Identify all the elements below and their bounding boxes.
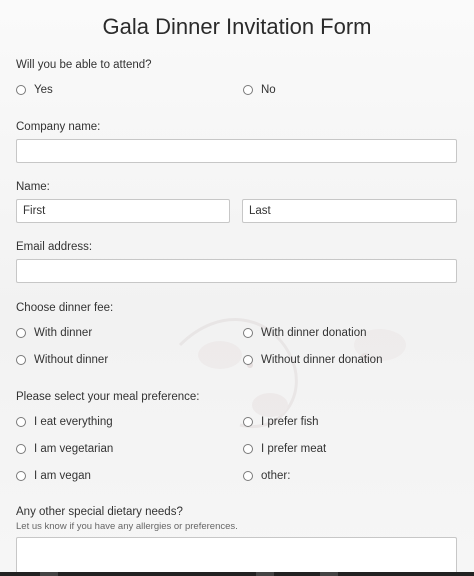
radio-circle-icon [243, 85, 253, 95]
dietary-hint: Let us know if you have any allergies or… [16, 521, 238, 532]
attend-yes-radio[interactable]: Yes [16, 84, 53, 96]
meal-option-label: I prefer fish [261, 416, 319, 428]
fee-with-dinner-donation-radio[interactable]: With dinner donation [243, 327, 366, 339]
email-input[interactable] [16, 259, 457, 283]
radio-circle-icon [243, 417, 253, 427]
first-name-input[interactable]: First [16, 199, 230, 223]
radio-circle-icon [16, 85, 26, 95]
radio-circle-icon [16, 444, 26, 454]
meal-other-radio[interactable]: other: [243, 470, 290, 482]
attend-yes-label: Yes [34, 84, 53, 96]
fee-without-dinner-donation-radio[interactable]: Without dinner donation [243, 354, 382, 366]
dietary-question: Any other special dietary needs? [16, 506, 183, 518]
radio-circle-icon [243, 444, 253, 454]
bottom-bar-segment [256, 572, 274, 576]
radio-circle-icon [243, 355, 253, 365]
radio-circle-icon [16, 417, 26, 427]
radio-circle-icon [16, 471, 26, 481]
radio-circle-icon [243, 328, 253, 338]
meal-option-label: I am vegetarian [34, 443, 114, 455]
meal-vegetarian-radio[interactable]: I am vegetarian [16, 443, 113, 455]
bottom-scroll-bar [0, 572, 474, 576]
fee-option-label: With dinner donation [261, 327, 367, 339]
radio-circle-icon [243, 471, 253, 481]
email-label: Email address: [16, 241, 93, 253]
fee-without-dinner-radio[interactable]: Without dinner [16, 354, 108, 366]
radio-circle-icon [16, 328, 26, 338]
meal-question: Please select your meal preference: [16, 391, 200, 403]
attend-question: Will you be able to attend? [16, 59, 152, 71]
name-label: Name: [16, 181, 50, 193]
form-page: Gala Dinner Invitation Form Will you be … [0, 0, 474, 576]
meal-eat-everything-radio[interactable]: I eat everything [16, 416, 113, 428]
meal-option-label: other: [261, 470, 291, 482]
company-label: Company name: [16, 121, 101, 133]
meal-option-label: I eat everything [34, 416, 113, 428]
fee-option-label: Without dinner [34, 354, 109, 366]
attend-no-radio[interactable]: No [243, 84, 276, 96]
radio-circle-icon [16, 355, 26, 365]
meal-vegan-radio[interactable]: I am vegan [16, 470, 91, 482]
fee-option-label: Without dinner donation [261, 354, 383, 366]
fee-with-dinner-radio[interactable]: With dinner [16, 327, 92, 339]
bottom-bar-segment [320, 572, 338, 576]
fee-option-label: With dinner [34, 327, 93, 339]
meal-prefer-fish-radio[interactable]: I prefer fish [243, 416, 319, 428]
form-title: Gala Dinner Invitation Form [102, 14, 372, 39]
meal-option-label: I prefer meat [261, 443, 327, 455]
bottom-bar-segment [40, 572, 58, 576]
last-name-input[interactable]: Last [242, 199, 457, 223]
dietary-needs-textarea[interactable] [16, 537, 457, 576]
company-name-input[interactable] [16, 139, 457, 163]
background-floral-decoration [178, 318, 406, 428]
meal-option-label: I am vegan [34, 470, 91, 482]
attend-no-label: No [261, 84, 276, 96]
meal-prefer-meat-radio[interactable]: I prefer meat [243, 443, 326, 455]
fee-question: Choose dinner fee: [16, 302, 114, 314]
